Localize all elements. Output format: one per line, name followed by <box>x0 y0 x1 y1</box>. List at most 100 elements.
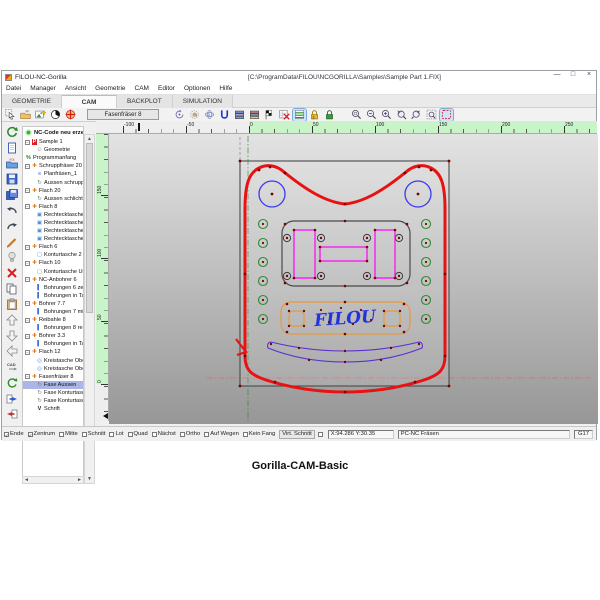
maximize-button[interactable]: □ <box>568 71 578 78</box>
edit-pencil-icon[interactable] <box>5 234 20 250</box>
tree-horizontal-scrollbar[interactable]: ◄ ► <box>22 476 84 484</box>
tree-item[interactable]: Fase Konturtasche M <box>23 397 83 405</box>
snap-toggle-nächst[interactable]: Nächst <box>152 431 176 437</box>
zoom-previous-icon[interactable] <box>395 109 408 121</box>
menu-item-cam[interactable]: CAM <box>135 85 149 92</box>
tree-item[interactable]: Kreistasche Oben Re <box>23 365 83 373</box>
tree-item[interactable]: Planfräsen_1 <box>23 170 83 178</box>
tree-collapse-icon[interactable]: − <box>25 261 30 266</box>
refresh-icon[interactable] <box>5 375 20 391</box>
lock-edit-icon[interactable]: ± <box>308 109 321 121</box>
scroll-down-icon[interactable]: ▼ <box>85 476 94 482</box>
open-session-folder-icon[interactable]: FF <box>19 109 32 121</box>
tree-item[interactable]: −Flach 6 <box>23 243 83 251</box>
tree-item[interactable]: Aussen schruppen <box>23 178 83 186</box>
snap-toggle-schnitt[interactable]: Schnitt <box>82 431 106 437</box>
checkbox-icon[interactable] <box>28 432 33 437</box>
tree-collapse-icon[interactable]: − <box>25 188 30 193</box>
snap-toggle-quad[interactable]: Quad <box>128 431 148 437</box>
current-tool-display[interactable]: Fasenfräser 8 <box>87 109 159 120</box>
zoom-contour-icon[interactable] <box>440 109 453 121</box>
tree-item[interactable]: Konturtasche Unten <box>23 268 83 276</box>
tree-item[interactable]: Rechtecktasche Recht <box>23 227 83 235</box>
tree-header[interactable]: NC-Code neu erzeugen (F5) <box>23 127 83 138</box>
menu-item-manager[interactable]: Manager <box>30 85 56 92</box>
checkbox-icon[interactable] <box>82 432 87 437</box>
close-button[interactable]: × <box>584 71 594 78</box>
tree-item[interactable]: −Flach 10 <box>23 259 83 267</box>
finish-flag-icon[interactable] <box>263 109 276 121</box>
save-as-icon[interactable] <box>5 187 20 203</box>
checkbox-icon[interactable] <box>243 432 248 437</box>
move-up-icon[interactable] <box>5 312 20 328</box>
zoom-pan-icon[interactable] <box>410 109 423 121</box>
move-left-icon[interactable] <box>5 344 20 360</box>
snap-toggle-auf-wegen[interactable]: Auf Wegen <box>204 431 239 437</box>
tree-collapse-icon[interactable]: − <box>25 318 30 323</box>
snap-toggle-ende[interactable]: Ende <box>4 431 24 437</box>
tree-item[interactable]: Geometrie <box>23 146 83 154</box>
snap-toggle-ortho[interactable]: Ortho <box>180 431 201 437</box>
snap-toggle-zentrum[interactable]: Zentrum <box>28 431 56 437</box>
rotate-3d-icon[interactable]: 3 <box>203 109 216 121</box>
menu-item-editor[interactable]: Editor <box>158 85 175 92</box>
import-icon[interactable] <box>5 406 20 422</box>
tree-collapse-icon[interactable]: − <box>25 334 30 339</box>
virtual-intersection-checkbox[interactable] <box>318 432 323 437</box>
tree-collapse-icon[interactable]: − <box>25 245 30 250</box>
menu-item-hilfe[interactable]: Hilfe <box>219 85 232 92</box>
zoom-out-icon[interactable] <box>365 109 378 121</box>
checkbox-icon[interactable] <box>4 432 9 437</box>
checkbox-icon[interactable] <box>128 432 133 437</box>
tree-item[interactable]: Fase Konturtasche un <box>23 389 83 397</box>
copy-icon[interactable] <box>5 281 20 297</box>
undo-icon[interactable] <box>5 202 20 218</box>
tree-item[interactable]: Bohrungen in Tasche <box>23 292 83 300</box>
menu-item-geometrie[interactable]: Geometrie <box>95 85 125 92</box>
scroll-right-icon[interactable]: ► <box>77 477 82 483</box>
postprocessor-icon[interactable] <box>233 109 246 121</box>
zoom-all-icon[interactable] <box>425 109 438 121</box>
tree-item[interactable]: −Schruppfräser 20 <box>23 162 83 170</box>
menu-item-optionen[interactable]: Optionen <box>184 85 210 92</box>
tree-item[interactable]: Aussen schlichten <box>23 195 83 203</box>
checkbox-icon[interactable] <box>180 432 185 437</box>
tab-cam[interactable]: CAM <box>62 95 117 108</box>
cad-import-icon[interactable]: CAD <box>5 359 20 375</box>
rotate-view-icon[interactable] <box>173 109 186 121</box>
tab-backplot[interactable]: BACKPLOT <box>117 95 173 108</box>
snap-toggle-kein-fang[interactable]: Kein Fang <box>243 431 275 437</box>
zoom-window-icon[interactable] <box>350 109 363 121</box>
tree-collapse-icon[interactable]: − <box>25 140 30 145</box>
tree-item[interactable]: Schrift <box>23 405 83 413</box>
tree-item[interactable]: Bohrungen 6 zentrier <box>23 284 83 292</box>
tree-collapse-icon[interactable]: − <box>25 374 30 379</box>
move-down-icon[interactable] <box>5 328 20 344</box>
scroll-up-icon[interactable]: ▲ <box>85 136 94 142</box>
tab-simulation[interactable]: SIMULATION <box>173 95 233 108</box>
scroll-left-icon[interactable]: ◄ <box>24 477 29 483</box>
tree-item[interactable]: Bohrungen 7 mit 7.7 <box>23 308 83 316</box>
delete-icon[interactable] <box>5 265 20 281</box>
paste-icon[interactable] <box>5 297 20 313</box>
pie-display-icon[interactable] <box>49 109 62 121</box>
tree-collapse-icon[interactable]: − <box>25 277 30 282</box>
checkbox-icon[interactable] <box>109 432 114 437</box>
zero-point-target-icon[interactable] <box>64 109 77 121</box>
job-list-icon[interactable] <box>248 109 261 121</box>
tree-item[interactable]: Rechtecktasche Oben <box>23 211 83 219</box>
virtual-intersection-label[interactable]: Virt. Schnitt <box>279 430 315 439</box>
redo-icon[interactable] <box>5 218 20 234</box>
tree-item[interactable]: Bohrungen 8 reiben <box>23 324 83 332</box>
tree-item[interactable]: −Bohrer 3.3 <box>23 332 83 340</box>
lock-green-icon[interactable] <box>323 109 336 121</box>
new-document-icon[interactable] <box>5 140 20 156</box>
open-fix-file-icon[interactable]: FIX <box>5 155 20 171</box>
tree-item[interactable]: Programmanfang <box>23 154 83 162</box>
tab-geometrie[interactable]: GEOMETRIE <box>2 95 62 108</box>
menu-item-datei[interactable]: Datei <box>6 85 21 92</box>
drawing-canvas[interactable]: FILOU <box>109 134 598 424</box>
tree-item[interactable]: −Flach 12 <box>23 348 83 356</box>
tree-collapse-icon[interactable]: − <box>25 164 30 169</box>
new-image-icon[interactable] <box>34 109 47 121</box>
